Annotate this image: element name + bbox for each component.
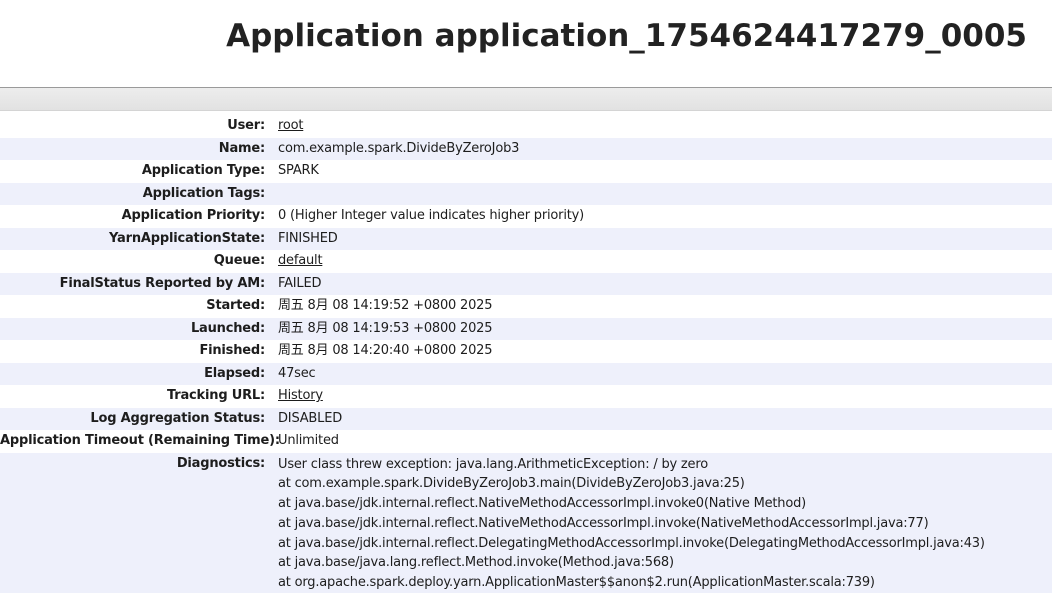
info-row-diagnostics: Diagnostics: User class threw exception:… bbox=[0, 452, 1052, 594]
info-label: Application Timeout (Remaining Time): bbox=[0, 433, 280, 448]
info-label: Application Type: bbox=[141, 163, 265, 178]
info-row-name: Name: com.example.spark.DivideByZeroJob3 bbox=[0, 137, 1052, 160]
diagnostics-line: at java.base/jdk.internal.reflect.Native… bbox=[278, 496, 806, 512]
info-label: FinalStatus Reported by AM: bbox=[59, 275, 266, 291]
info-value: Unlimited bbox=[278, 433, 339, 448]
info-row-yarn-state: YarnApplicationState: FINISHED bbox=[0, 227, 1052, 250]
info-row-application-timeout: Application Timeout (Remaining Time): Un… bbox=[0, 430, 1052, 453]
info-row-final-status: FinalStatus Reported by AM: FAILED bbox=[0, 272, 1052, 295]
info-value: 47sec bbox=[278, 365, 316, 381]
info-row-started: Started: 周五 8月 08 14:19:52 +0800 2025 bbox=[0, 295, 1052, 318]
info-row-tracking-url: Tracking URL: History bbox=[0, 385, 1052, 408]
info-value: DISABLED bbox=[278, 410, 343, 426]
info-label: Launched: bbox=[190, 320, 265, 336]
user-link[interactable]: root bbox=[278, 118, 303, 133]
info-value: 周五 8月 08 14:19:52 +0800 2025 bbox=[278, 298, 493, 313]
tracking-url-link[interactable]: History bbox=[278, 388, 323, 403]
page-header: Application application_1754624417279_00… bbox=[0, 0, 1052, 88]
info-row-application-priority: Application Priority: 0 (Higher Integer … bbox=[0, 205, 1052, 228]
info-value: 0 (Higher Integer value indicates higher… bbox=[278, 208, 584, 223]
diagnostics-line: at java.base/jdk.internal.reflect.Native… bbox=[278, 515, 929, 531]
info-row-launched: Launched: 周五 8月 08 14:19:53 +0800 2025 bbox=[0, 317, 1052, 340]
info-label: Finished: bbox=[199, 343, 265, 358]
info-label: Started: bbox=[206, 298, 265, 313]
info-row-user: User: root bbox=[0, 115, 1052, 138]
info-value: FINISHED bbox=[278, 230, 338, 246]
info-row-elapsed: Elapsed: 47sec bbox=[0, 362, 1052, 385]
info-value: FAILED bbox=[278, 275, 322, 291]
info-label: Queue: bbox=[213, 253, 265, 268]
info-label: Name: bbox=[218, 140, 265, 156]
info-label: Tracking URL: bbox=[167, 388, 265, 403]
application-overview-table: User: root Name: com.example.spark.Divid… bbox=[0, 115, 1052, 594]
info-label: YarnApplicationState: bbox=[109, 230, 265, 246]
info-value: SPARK bbox=[278, 163, 319, 178]
info-row-finished: Finished: 周五 8月 08 14:20:40 +0800 2025 bbox=[0, 340, 1052, 363]
info-row-log-aggregation: Log Aggregation Status: DISABLED bbox=[0, 407, 1052, 430]
diagnostics-line: at java.base/java.lang.reflect.Method.in… bbox=[278, 555, 674, 571]
info-row-application-tags: Application Tags: bbox=[0, 182, 1052, 206]
page-title: Application application_1754624417279_00… bbox=[226, 18, 1027, 54]
info-row-application-type: Application Type: SPARK bbox=[0, 160, 1052, 183]
diagnostics-line: at java.base/jdk.internal.reflect.Delega… bbox=[278, 535, 985, 551]
info-label: Application Priority: bbox=[121, 208, 266, 223]
info-value: com.example.spark.DivideByZeroJob3 bbox=[278, 140, 520, 156]
info-label: Application Tags: bbox=[142, 185, 265, 201]
section-bar bbox=[0, 88, 1052, 111]
queue-link[interactable]: default bbox=[278, 253, 323, 268]
info-row-queue: Queue: default bbox=[0, 250, 1052, 273]
diagnostics-line: User class threw exception: java.lang.Ar… bbox=[278, 456, 708, 472]
info-value: 周五 8月 08 14:20:40 +0800 2025 bbox=[278, 343, 493, 358]
info-label: Elapsed: bbox=[204, 365, 265, 381]
info-value: 周五 8月 08 14:19:53 +0800 2025 bbox=[278, 320, 493, 336]
info-value bbox=[265, 183, 278, 206]
info-label: Log Aggregation Status: bbox=[90, 410, 265, 426]
diagnostics-line: at org.apache.spark.deploy.yarn.Applicat… bbox=[278, 575, 875, 591]
info-label: Diagnostics: bbox=[176, 455, 265, 471]
diagnostics-line: at com.example.spark.DivideByZeroJob3.ma… bbox=[278, 476, 745, 492]
info-label: User: bbox=[227, 118, 265, 133]
diagnostics-text: User class threw exception: java.lang.Ar… bbox=[265, 453, 985, 594]
